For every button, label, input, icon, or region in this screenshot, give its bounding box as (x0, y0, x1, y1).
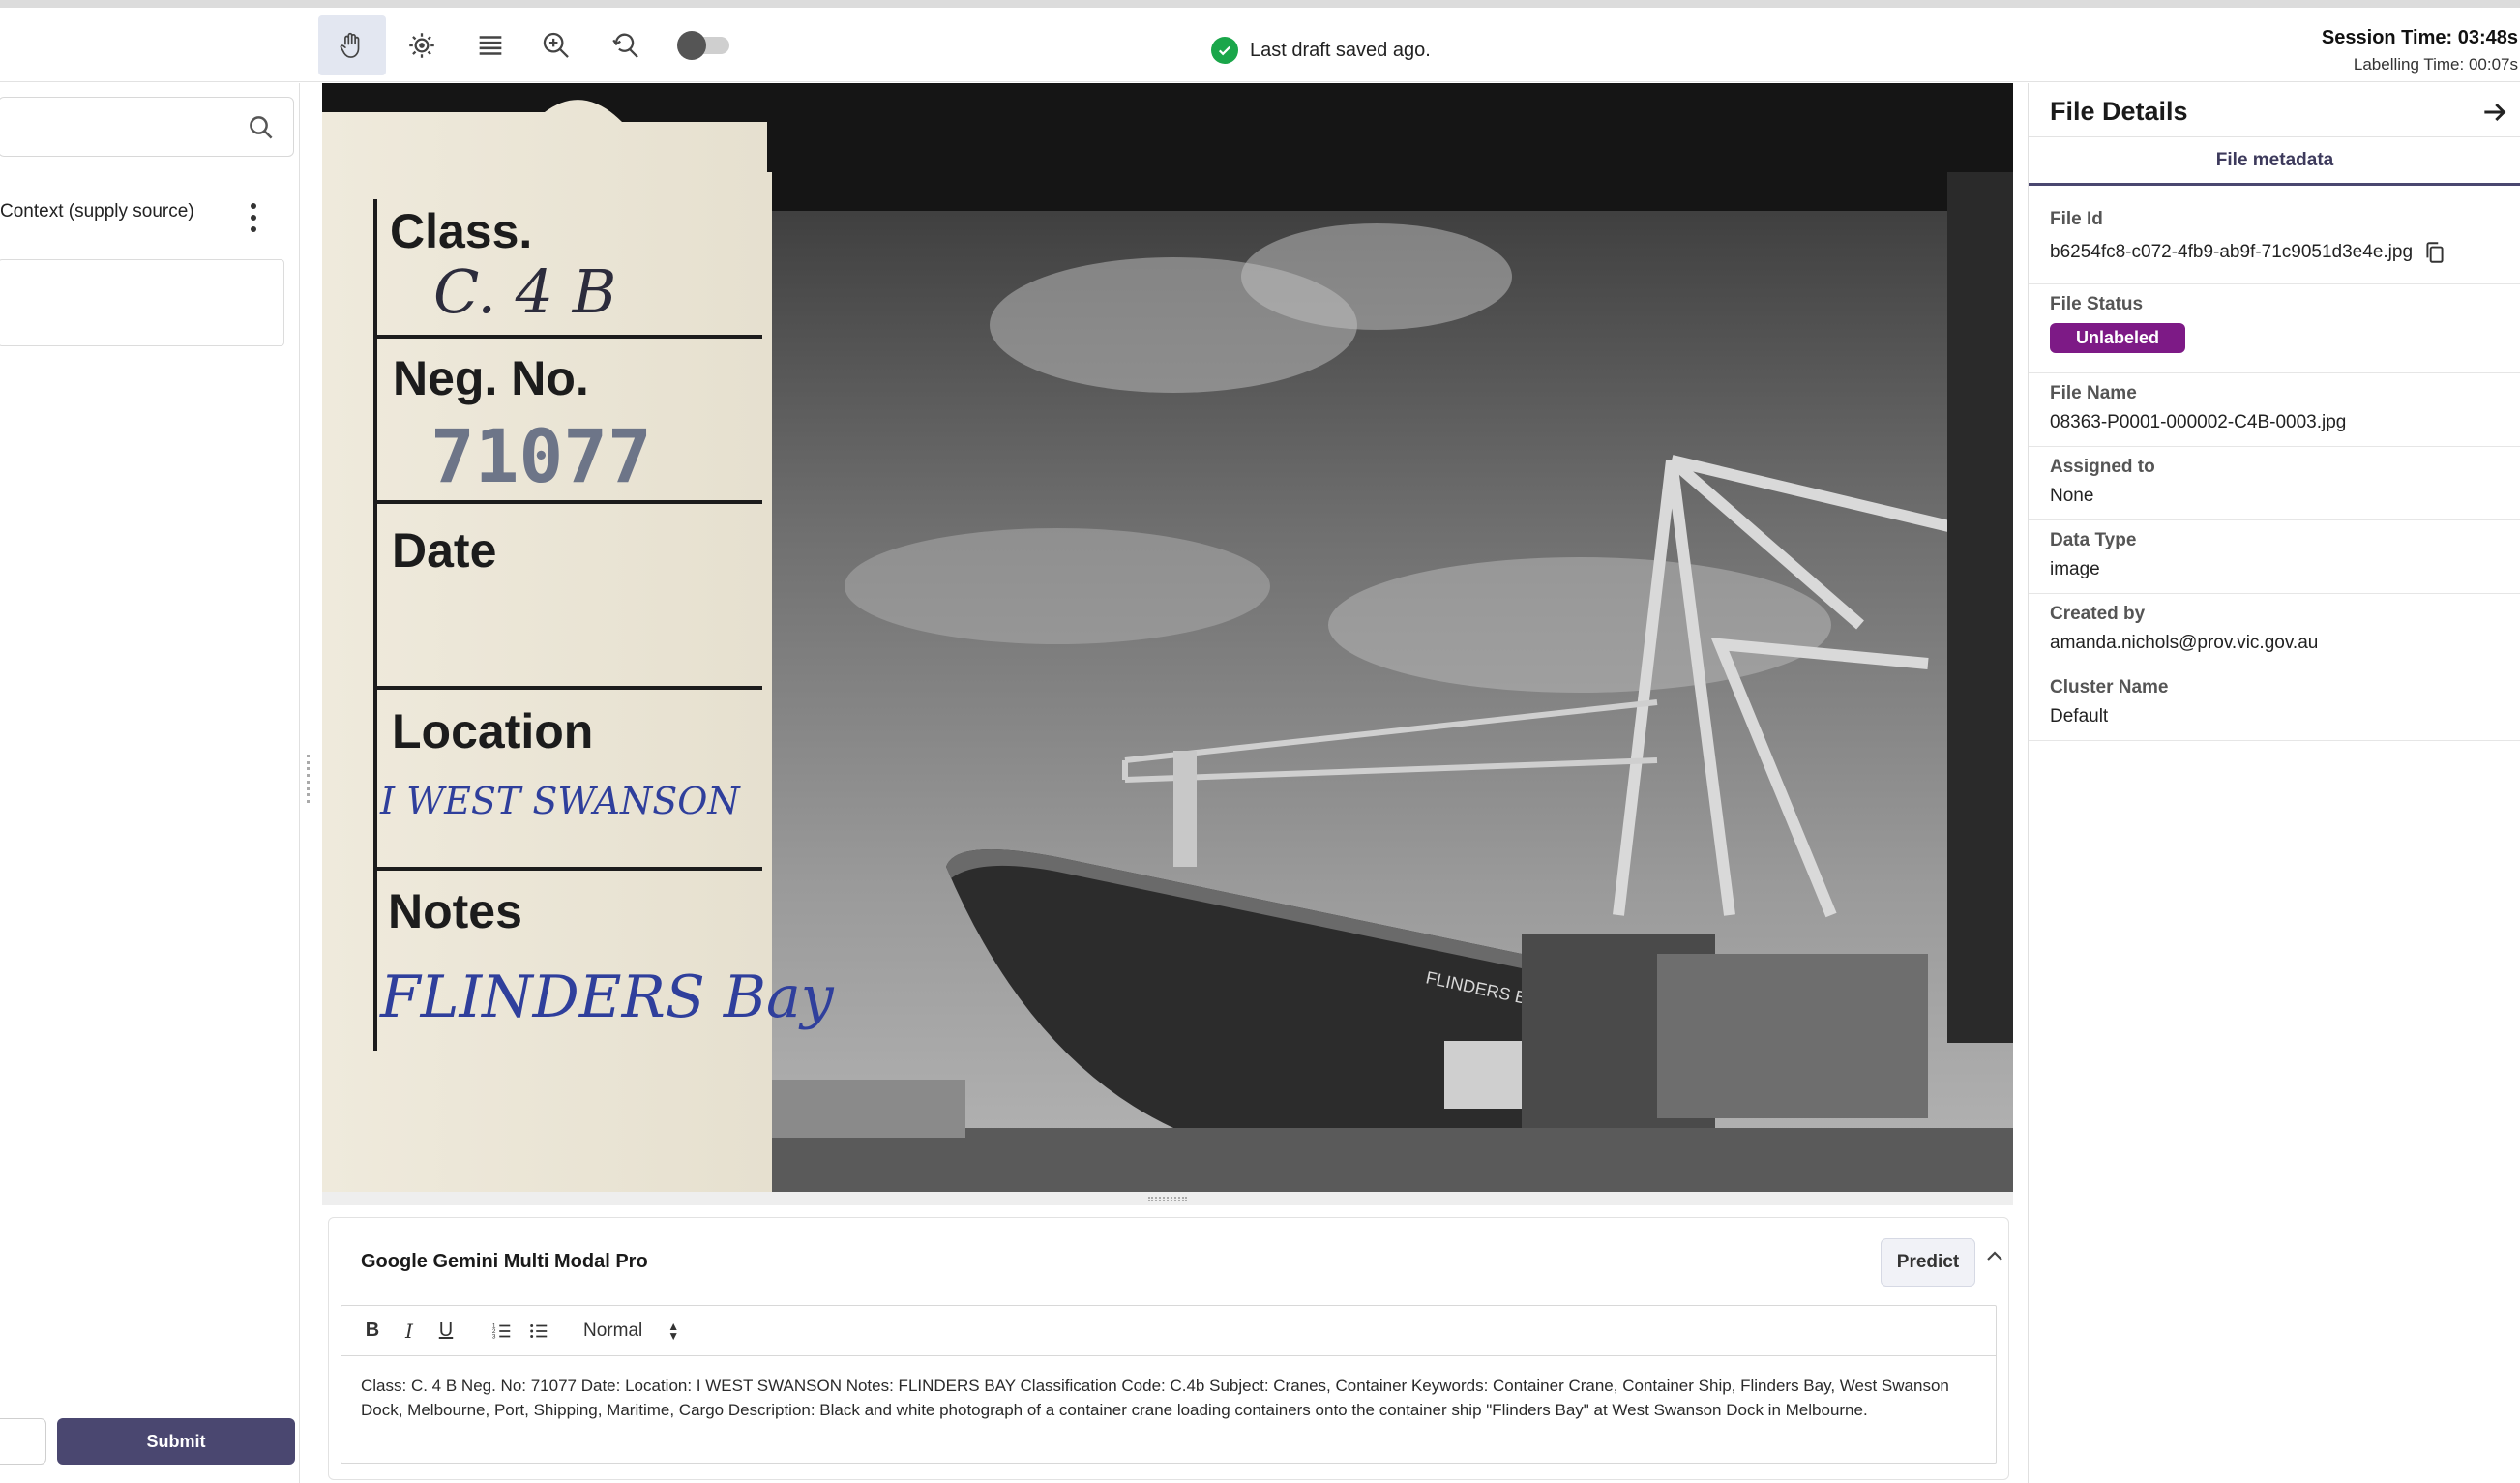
save-status-text: Last draft saved ago. (1250, 39, 1431, 61)
check-circle-icon (1211, 37, 1238, 64)
left-panel: Context (supply source) Submit (0, 83, 300, 1483)
field-value: amanda.nichols@prov.vic.gov.au (2050, 633, 2319, 653)
format-select[interactable]: Normal ▲ ▼ (583, 1320, 679, 1342)
field-value: None (2050, 486, 2094, 506)
bullet-list-icon[interactable] (525, 1318, 552, 1345)
format-select-value: Normal (583, 1320, 643, 1341)
bold-icon[interactable]: B (359, 1318, 386, 1345)
field-value: Default (2050, 706, 2109, 727)
italic-icon[interactable]: I (396, 1318, 423, 1345)
arrow-right-icon[interactable] (2479, 97, 2510, 128)
field-file-status: File Status Unlabeled (2029, 284, 2520, 373)
search-icon (250, 116, 273, 139)
file-details-title: File Details (2050, 97, 2188, 126)
labelling-time: Labelling Time: 00:07s (2353, 55, 2518, 74)
brightness-icon (409, 33, 434, 58)
layers-tool-button[interactable] (457, 15, 524, 75)
pan-tool-button[interactable] (318, 15, 386, 75)
card-class-label: Class. (390, 204, 532, 258)
submit-button[interactable]: Submit (57, 1418, 295, 1465)
top-border (0, 0, 2520, 8)
editor-toolbar: B I U 123 Normal ▲ ▼ (341, 1306, 1996, 1356)
select-arrows-icon: ▲ ▼ (667, 1319, 680, 1343)
list-icon (479, 36, 502, 55)
status-badge: Unlabeled (2050, 323, 2186, 353)
field-label: File Status (2050, 294, 2144, 314)
brightness-tool-button[interactable] (388, 15, 456, 75)
archival-photo: FLINDERS BAY Class. Neg. No. Date Locati… (322, 83, 2013, 1192)
field-label: Data Type (2050, 530, 2137, 550)
secondary-button[interactable] (0, 1418, 46, 1465)
field-value: Unlabeled (2050, 323, 2520, 353)
field-assigned-to: Assigned to None (2029, 447, 2520, 520)
card-location-value: I WEST SWANSON (379, 780, 741, 822)
field-file-id: File Id b6254fc8-c072-4fb9-ab9f-71c9051d… (2029, 199, 2520, 284)
field-value: 08363-P0001-000002-C4B-0003.jpg (2050, 412, 2347, 432)
field-value: b6254fc8-c072-4fb9-ab9f-71c9051d3e4e.jpg (2050, 238, 2520, 267)
card-notes-value: FLINDERS Bay (379, 964, 835, 1031)
model-title: Google Gemini Multi Modal Pro (361, 1251, 648, 1272)
field-value: image (2050, 559, 2100, 579)
card-neg-value: 71077 (430, 413, 652, 499)
file-id-value: b6254fc8-c072-4fb9-ab9f-71c9051d3e4e.jpg (2050, 242, 2414, 262)
zoom-in-icon (543, 32, 569, 58)
svg-text:3: 3 (492, 1333, 496, 1340)
more-vert-icon[interactable] (246, 203, 261, 232)
context-field: Context (supply source) (0, 190, 300, 248)
card-date-label: Date (392, 523, 496, 578)
search-input[interactable] (0, 97, 294, 157)
ordered-list-icon[interactable]: 123 (489, 1318, 516, 1345)
card-location-label: Location (392, 704, 593, 758)
field-file-name: File Name 08363-P0001-000002-C4B-0003.jp… (2029, 373, 2520, 447)
copy-icon[interactable] (2422, 238, 2447, 267)
zoom-in-tool-button[interactable] (522, 15, 590, 75)
field-label: File Id (2050, 209, 2103, 229)
prediction-text[interactable]: Class: C. 4 B Neg. No: 71077 Date: Locat… (361, 1374, 1978, 1422)
field-cluster-name: Cluster Name Default (2029, 667, 2520, 741)
card-notes-label: Notes (388, 884, 522, 938)
toggle-knob (677, 31, 706, 60)
toolbar: Last draft saved ago. Session Time: 03:4… (0, 8, 2520, 82)
chevron-up-icon[interactable] (1983, 1245, 2006, 1268)
field-label: Created by (2050, 604, 2146, 624)
card-neg-label: Neg. No. (393, 351, 589, 405)
rich-text-editor[interactable]: B I U 123 Normal ▲ ▼ Class: C. 4 B Neg. N… (341, 1305, 1997, 1464)
field-label: Assigned to (2050, 457, 2155, 477)
field-created-by: Created by amanda.nichols@prov.vic.gov.a… (2029, 594, 2520, 667)
card-class-value: C. 4 B (433, 256, 616, 327)
document-image[interactable]: FLINDERS BAY Class. Neg. No. Date Locati… (322, 83, 2013, 1192)
context-text-area[interactable] (0, 259, 284, 346)
save-status: Last draft saved ago. (1211, 37, 1431, 64)
horizontal-resize-handle[interactable] (322, 1192, 2013, 1205)
field-label: File Name (2050, 383, 2137, 403)
predict-button[interactable]: Predict (1881, 1238, 1975, 1287)
underline-icon[interactable]: U (432, 1318, 460, 1345)
field-label: Cluster Name (2050, 677, 2169, 697)
prediction-card: Google Gemini Multi Modal Pro Predict B … (328, 1217, 2009, 1480)
context-label: Context (supply source) (0, 201, 194, 222)
tab-file-metadata[interactable]: File metadata (2029, 137, 2520, 186)
session-timer: Session Time: 03:48s Labelling Time: 00:… (2133, 27, 2520, 74)
session-time: Session Time: 03:48s (2321, 27, 2518, 48)
hand-icon (340, 32, 360, 58)
zoom-reset-tool-button[interactable] (592, 15, 660, 75)
zoom-reset-icon (612, 33, 638, 58)
center-panel: FLINDERS BAY Class. Neg. No. Date Locati… (322, 83, 2015, 1483)
view-toggle[interactable] (677, 31, 731, 60)
field-data-type: Data Type image (2029, 520, 2520, 594)
file-details-panel: File Details File metadata File Id b6254… (2028, 83, 2520, 1483)
vertical-resize-handle[interactable] (304, 755, 311, 803)
